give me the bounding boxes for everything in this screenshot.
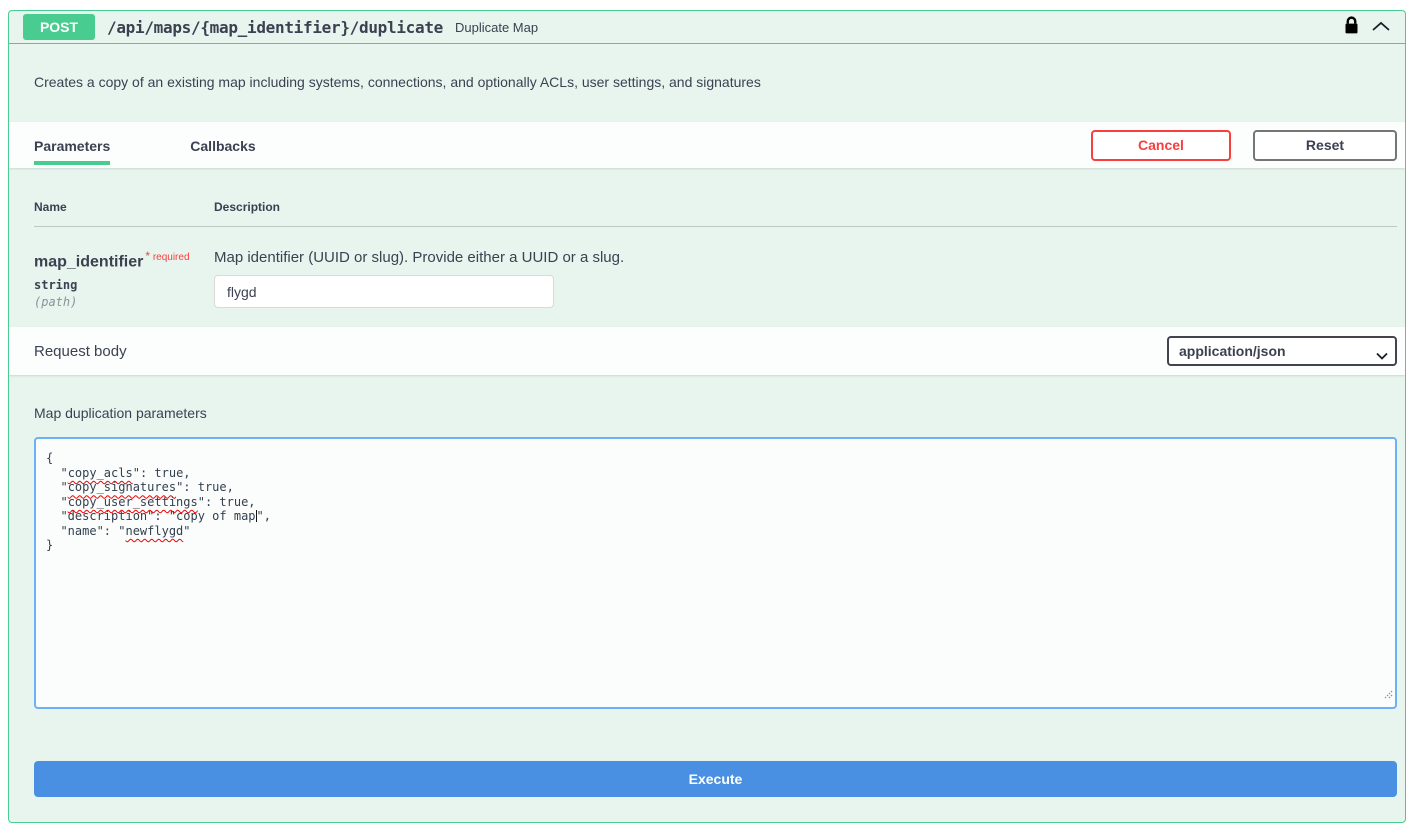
cancel-button[interactable]: Cancel	[1091, 130, 1231, 161]
parameters-table-header: Name Description	[34, 168, 1397, 227]
request-body-label: Request body	[34, 343, 127, 360]
operation-block-post-duplicate: POST /api/maps/{map_identifier}/duplicat…	[8, 10, 1406, 823]
parameter-description-cell: Map identifier (UUID or slug). Provide e…	[214, 249, 1397, 309]
authorize-lock-button[interactable]	[1344, 16, 1359, 38]
operation-summary-header[interactable]: POST /api/maps/{map_identifier}/duplicat…	[9, 11, 1405, 44]
map-identifier-input[interactable]	[214, 275, 554, 308]
execute-button[interactable]: Execute	[34, 761, 1397, 797]
parameter-name-cell: map_identifier* required string (path)	[34, 249, 214, 309]
parameter-row-map-identifier: map_identifier* required string (path) M…	[34, 227, 1397, 309]
content-type-select-wrap: application/json	[1167, 336, 1397, 366]
request-body-header: Request body application/json	[9, 327, 1405, 375]
parameter-location: (path)	[34, 295, 214, 309]
execute-wrapper: Execute	[9, 709, 1405, 797]
chevron-up-icon	[1371, 20, 1391, 35]
parameter-description: Map identifier (UUID or slug). Provide e…	[214, 249, 1397, 266]
required-marker: * required	[145, 252, 189, 263]
column-header-description: Description	[214, 200, 280, 214]
endpoint-path: /api/maps/{map_identifier}/duplicate	[107, 18, 443, 37]
parameter-name: map_identifier	[34, 253, 143, 270]
request-body-editor[interactable]: { "copy_acls": true, "copy_signatures": …	[34, 437, 1397, 709]
parameters-section-header: Parameters Callbacks Cancel Reset	[9, 122, 1405, 168]
tab-callbacks[interactable]: Callbacks	[190, 123, 255, 167]
collapse-operation-button[interactable]	[1371, 20, 1391, 35]
text-cursor	[256, 510, 257, 522]
operation-description: Creates a copy of an existing map includ…	[9, 44, 1405, 122]
reset-button[interactable]: Reset	[1253, 130, 1397, 161]
request-body-section: Map duplication parameters { "copy_acls"…	[9, 375, 1405, 709]
parameter-type: string	[34, 278, 214, 292]
resize-handle-icon[interactable]	[1382, 687, 1393, 705]
schema-title: Map duplication parameters	[34, 375, 1397, 437]
parameters-table: Name Description map_identifier* require…	[9, 168, 1405, 327]
tab-parameters[interactable]: Parameters	[34, 123, 110, 167]
content-type-select[interactable]: application/json	[1167, 336, 1397, 366]
body-editor-content: { "copy_acls": true, "copy_signatures": …	[46, 451, 1385, 553]
lock-icon	[1344, 16, 1359, 38]
endpoint-summary: Duplicate Map	[455, 20, 538, 35]
http-method-badge: POST	[23, 14, 95, 40]
column-header-name: Name	[34, 200, 214, 214]
